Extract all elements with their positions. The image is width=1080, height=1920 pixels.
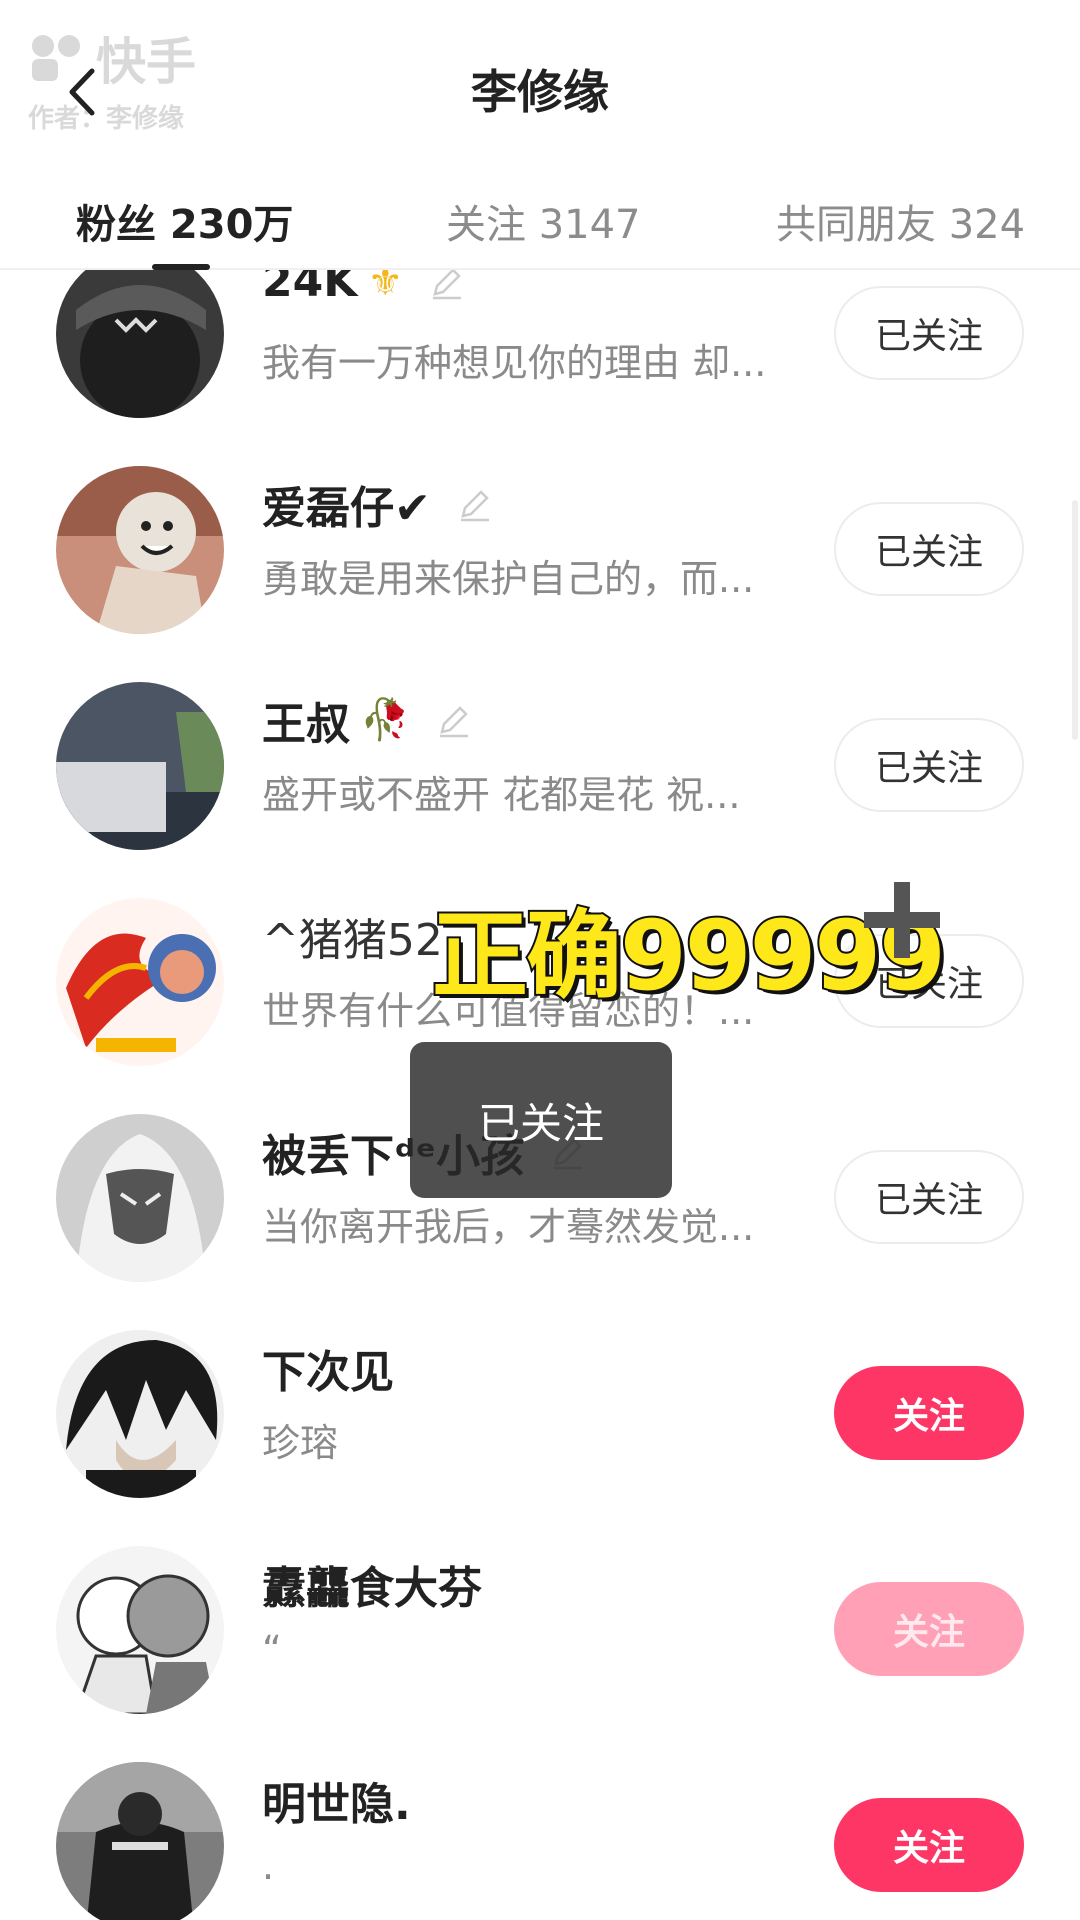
list-item[interactable]: 明世隐. . 关注 bbox=[0, 1738, 1080, 1920]
avatar[interactable] bbox=[56, 1546, 224, 1714]
list-item[interactable]: 24K ⚜ 我有一万种想见你的理由 却... 已关注 bbox=[0, 270, 1080, 442]
avatar[interactable] bbox=[56, 1330, 224, 1498]
user-name: 下次见 bbox=[262, 1347, 394, 1398]
avatar[interactable] bbox=[56, 270, 224, 418]
user-bio: 当你离开我后，才蓦然发觉... bbox=[262, 1205, 755, 1249]
edit-icon[interactable] bbox=[434, 700, 474, 740]
list-item[interactable]: 纛龘食大芬 “ 关注 bbox=[0, 1522, 1080, 1738]
follow-button[interactable]: 关注 bbox=[834, 1582, 1024, 1676]
avatar[interactable] bbox=[56, 898, 224, 1066]
user-name: 王叔 bbox=[262, 699, 350, 750]
followed-button[interactable]: 已关注 bbox=[834, 718, 1024, 812]
plus-icon bbox=[864, 882, 940, 958]
user-name: 纛龘食大芬 bbox=[262, 1563, 482, 1614]
tab-following[interactable]: 关注 3147 bbox=[446, 192, 641, 250]
user-name: 爱磊仔✔ bbox=[262, 483, 431, 534]
header: 快手 作者：李修缘 李修缘 bbox=[0, 0, 1080, 180]
avatar[interactable] bbox=[56, 1114, 224, 1282]
list-item[interactable]: 王叔 🥀 盛开或不盛开 花都是花 祝... 已关注 bbox=[0, 658, 1080, 874]
avatar[interactable] bbox=[56, 682, 224, 850]
user-name: 明世隐. bbox=[262, 1779, 411, 1830]
list-item[interactable]: 爱磊仔✔ 勇敢是用来保护自己的，而... 已关注 bbox=[0, 442, 1080, 658]
user-bio: . bbox=[262, 1844, 275, 1888]
list-item[interactable]: 下次见 珍瑢 关注 bbox=[0, 1306, 1080, 1522]
avatar[interactable] bbox=[56, 466, 224, 634]
user-name: 24K bbox=[262, 270, 358, 307]
edit-icon[interactable] bbox=[455, 484, 495, 524]
toast-followed: 已关注 bbox=[410, 1042, 672, 1198]
wilted-rose-icon: 🥀 bbox=[360, 697, 410, 743]
tab-bar: 粉丝 230万 关注 3147 共同朋友 324 bbox=[0, 180, 1080, 270]
user-bio: 勇敢是用来保护自己的，而... bbox=[262, 557, 755, 601]
user-bio: 盛开或不盛开 花都是花 祝... bbox=[262, 773, 741, 817]
user-bio: “ bbox=[262, 1628, 282, 1672]
user-bio: 我有一万种想见你的理由 却... bbox=[262, 341, 767, 385]
followed-button[interactable]: 已关注 bbox=[834, 1150, 1024, 1244]
tab-fans[interactable]: 粉丝 230万 bbox=[76, 192, 293, 250]
followed-button[interactable]: 已关注 bbox=[834, 286, 1024, 380]
user-name: ^猪猪52 bbox=[262, 915, 443, 966]
avatar[interactable] bbox=[56, 1762, 224, 1920]
followed-button[interactable]: 已关注 bbox=[834, 502, 1024, 596]
fleur-de-lis-icon: ⚜ bbox=[367, 270, 404, 305]
edit-icon[interactable] bbox=[427, 270, 467, 302]
follow-button[interactable]: 关注 bbox=[834, 1366, 1024, 1460]
follow-button[interactable]: 关注 bbox=[834, 1798, 1024, 1892]
user-bio: 珍瑢 bbox=[262, 1421, 339, 1465]
tab-mutual-friends[interactable]: 共同朋友 324 bbox=[776, 192, 1025, 250]
scrollbar[interactable] bbox=[1072, 500, 1078, 740]
page-title: 李修缘 bbox=[471, 65, 609, 119]
